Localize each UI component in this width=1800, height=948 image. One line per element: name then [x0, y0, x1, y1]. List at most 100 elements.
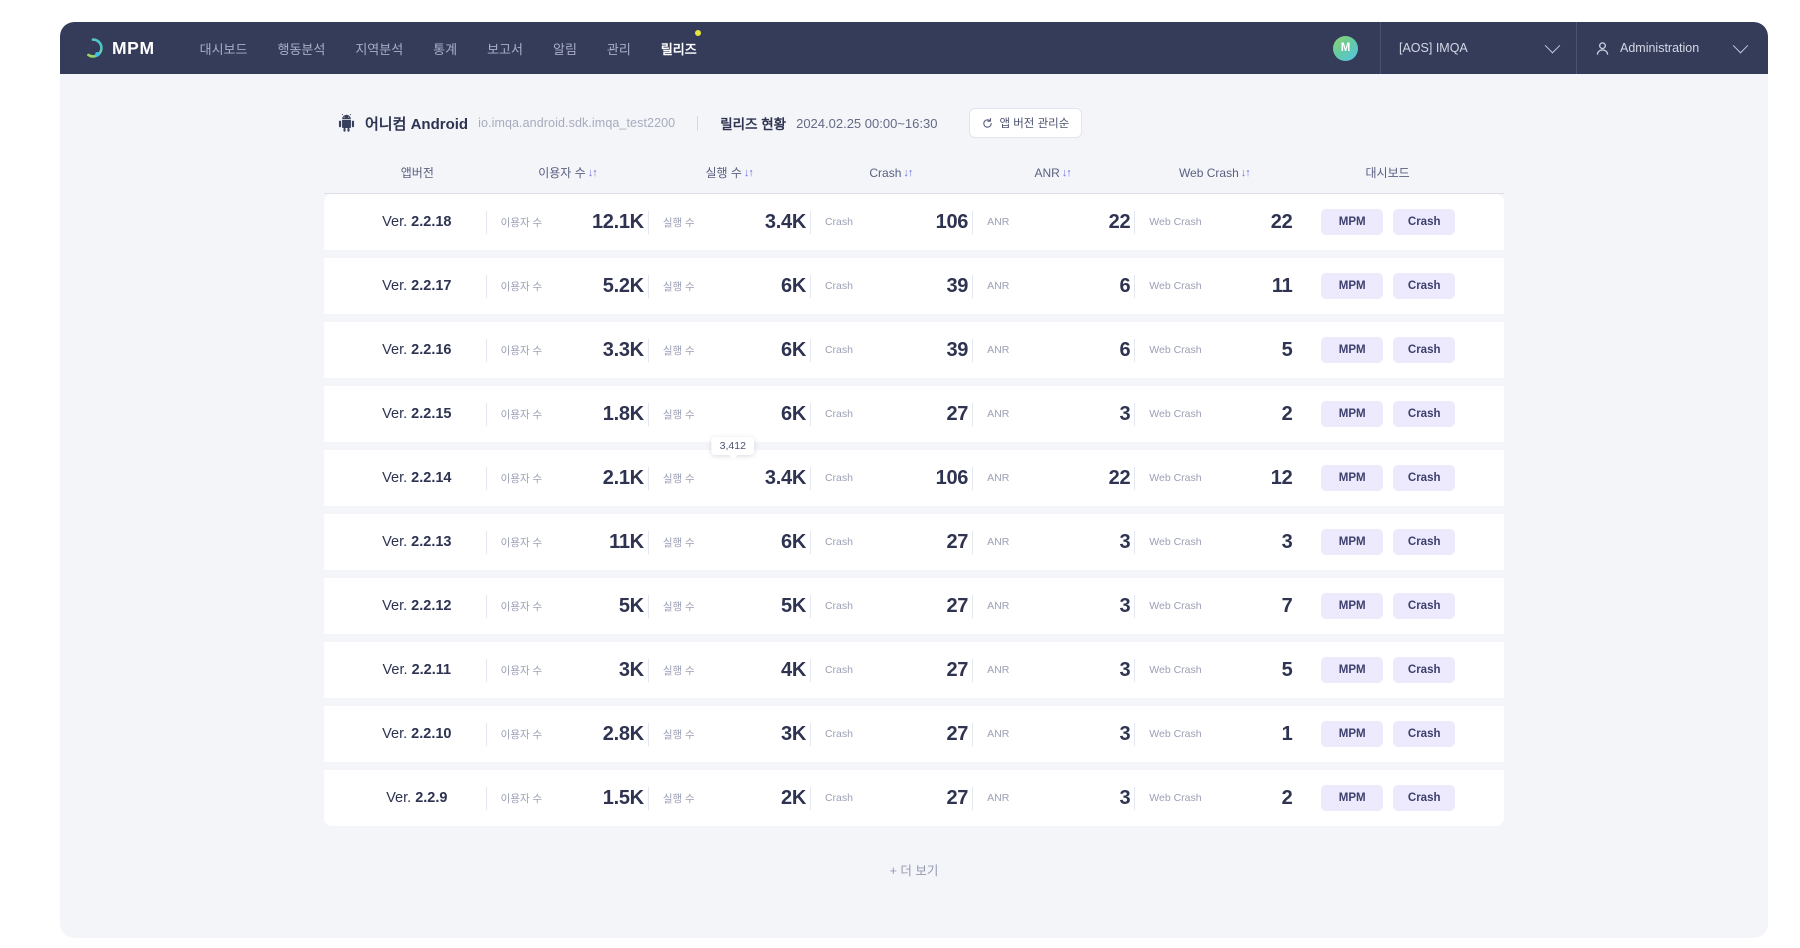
table-row[interactable]: Ver. 2.2.11 이용자 수 3K 실행 수 4K Crash 27 ANR 3 Web C… [324, 642, 1504, 698]
crash-dashboard-button[interactable]: Crash [1393, 465, 1456, 491]
nav-item-management[interactable]: 관리 [592, 33, 646, 64]
nav-item-region-analysis[interactable]: 지역분석 [340, 33, 418, 64]
metric-value: 7 [1281, 594, 1293, 617]
column-label: 대시보드 [1365, 166, 1410, 180]
project-selector[interactable]: [AOS] IMQA [1380, 22, 1576, 74]
cell-crash: Crash 27 [809, 658, 972, 682]
mpm-dashboard-button[interactable]: MPM [1321, 273, 1384, 299]
metric-label: 실행 수 [662, 664, 695, 677]
metric-label: Web Crash [1149, 344, 1202, 356]
load-more-link[interactable]: + 더 보기 [324, 860, 1504, 879]
table-row[interactable]: Ver. 2.2.9 이용자 수 1.5K 실행 수 2K Crash 27 ANR 3 Web … [324, 770, 1504, 826]
metric-label: ANR [987, 792, 1010, 804]
cell-users: 이용자 수 5K [485, 594, 648, 618]
metric-label: Crash [824, 728, 853, 740]
metric-label: 실행 수 [662, 280, 695, 293]
cell-crash: Crash 39 [809, 274, 972, 298]
nav-item-statistics[interactable]: 통계 [418, 33, 472, 64]
nav-item-release[interactable]: 릴리즈 [646, 29, 712, 64]
mpm-dashboard-button[interactable]: MPM [1321, 465, 1384, 491]
metric-label: Crash [824, 792, 853, 804]
metric-value: 2.1K [602, 466, 644, 489]
metric-label: Crash [824, 408, 853, 420]
sort-by-version-button[interactable]: 앱 버전 관리순 [969, 108, 1083, 138]
table-row[interactable]: Ver. 2.2.16 이용자 수 3.3K 실행 수 6K Crash 39 ANR 6 Web… [324, 322, 1504, 378]
crash-dashboard-button[interactable]: Crash [1393, 721, 1456, 747]
nav-item-reports[interactable]: 보고서 [472, 33, 538, 64]
cell-webcrash: Web Crash 7 [1134, 594, 1296, 618]
sort-toggle-icon[interactable]: ↓↑ [1241, 167, 1251, 179]
table-row[interactable]: Ver. 2.2.14 이용자 수 2.1K 3,412 실행 수 3.4K Crash 10… [324, 436, 1504, 506]
column-label: 이용자 수 [538, 166, 586, 180]
mpm-dashboard-button[interactable]: MPM [1321, 209, 1384, 235]
table-row[interactable]: Ver. 2.2.12 이용자 수 5K 실행 수 5K Crash 27 ANR 3 Web C… [324, 578, 1504, 634]
crash-dashboard-button[interactable]: Crash [1393, 593, 1456, 619]
metric-label: 이용자 수 [500, 664, 543, 677]
nav-item-dashboard[interactable]: 대시보드 [185, 33, 263, 64]
metric-value: 39 [946, 338, 969, 361]
column-header-sessions[interactable]: 실행 수 ↓↑ [648, 164, 810, 181]
mpm-dashboard-button[interactable]: MPM [1321, 529, 1384, 555]
metric-value: 3 [1119, 530, 1131, 553]
crash-dashboard-button[interactable]: Crash [1393, 529, 1456, 555]
column-header-crash[interactable]: Crash ↓↑ [810, 166, 972, 180]
crash-dashboard-button[interactable]: Crash [1393, 273, 1456, 299]
table-row[interactable]: Ver. 2.2.10 이용자 수 2.8K 실행 수 3K Crash 27 ANR 3 Web… [324, 706, 1504, 762]
mpm-dashboard-button[interactable]: MPM [1321, 593, 1384, 619]
cell-webcrash: Web Crash 22 [1134, 210, 1296, 234]
account-selector[interactable]: Administration [1576, 22, 1768, 74]
version-number: 2.2.10 [411, 726, 452, 742]
sort-toggle-icon[interactable]: ↓↑ [588, 167, 598, 179]
avatar[interactable]: M [1333, 35, 1358, 61]
metric-value: 2 [1281, 786, 1293, 809]
column-header-users[interactable]: 이용자 수 ↓↑ [487, 164, 649, 181]
cell-anr: ANR 22 [972, 210, 1134, 234]
cell-dashboard-actions: MPM Crash [1296, 593, 1480, 619]
table-row[interactable]: Ver. 2.2.17 이용자 수 5.2K 실행 수 6K Crash 39 ANR 6 Web… [324, 258, 1504, 314]
table-row[interactable]: Ver. 2.2.18 이용자 수 12.1K 실행 수 3.4K Crash 106 ANR… [324, 194, 1504, 250]
metric-label: Crash [824, 216, 853, 228]
cell-dashboard-actions: MPM Crash [1296, 209, 1480, 235]
metric-value: 3.4K [764, 466, 806, 489]
crash-dashboard-button[interactable]: Crash [1393, 209, 1456, 235]
content-sheet: 어니컴 Android io.imqa.android.sdk.imqa_tes… [324, 108, 1504, 879]
main-nav: 대시보드 행동분석 지역분석 통계 보고서 알림 관리 릴리즈 [185, 29, 712, 64]
mpm-dashboard-button[interactable]: MPM [1321, 401, 1384, 427]
mpm-dashboard-button[interactable]: MPM [1321, 337, 1384, 363]
mpm-dashboard-button[interactable]: MPM [1321, 785, 1384, 811]
table-row[interactable]: Ver. 2.2.13 이용자 수 11K 실행 수 6K Crash 27 ANR 3 Web … [324, 514, 1504, 570]
cell-app-version: Ver. 2.2.13 [382, 534, 452, 550]
sort-toggle-icon[interactable]: ↓↑ [744, 167, 754, 179]
metric-label: 실행 수 [662, 344, 695, 357]
app-name: 어니컴 Android [365, 115, 469, 133]
metric-label: 이용자 수 [500, 728, 543, 741]
metric-value: 2K [781, 786, 806, 809]
cell-anr: ANR 3 [972, 722, 1134, 746]
crash-dashboard-button[interactable]: Crash [1393, 657, 1456, 683]
crash-dashboard-button[interactable]: Crash [1393, 337, 1456, 363]
sort-toggle-icon[interactable]: ↓↑ [903, 167, 913, 179]
chevron-down-icon [1732, 37, 1749, 53]
brand-logo-group[interactable]: MPM [60, 37, 185, 59]
metric-value: 1 [1281, 722, 1293, 745]
column-header-anr[interactable]: ANR ↓↑ [972, 166, 1134, 180]
table-row[interactable]: Ver. 2.2.15 이용자 수 1.8K 실행 수 6K Crash 27 ANR 3 Web… [324, 386, 1504, 442]
crash-dashboard-button[interactable]: Crash [1393, 785, 1456, 811]
metric-value: 6K [781, 402, 806, 425]
mpm-dashboard-button[interactable]: MPM [1321, 657, 1384, 683]
column-header-webcrash[interactable]: Web Crash ↓↑ [1133, 166, 1295, 180]
metric-value: 1.8K [602, 402, 644, 425]
crash-dashboard-button[interactable]: Crash [1393, 401, 1456, 427]
cell-crash: Crash 106 [809, 466, 972, 490]
version-number: 2.2.14 [411, 470, 452, 486]
nav-item-alerts[interactable]: 알림 [538, 33, 592, 64]
mpm-dashboard-button[interactable]: MPM [1321, 721, 1384, 747]
cell-dashboard-actions: MPM Crash [1296, 721, 1480, 747]
cell-crash: Crash 27 [809, 722, 972, 746]
metric-label: Web Crash [1149, 472, 1202, 484]
sort-toggle-icon[interactable]: ↓↑ [1062, 167, 1072, 179]
nav-item-behavior-analysis[interactable]: 행동분석 [262, 33, 340, 64]
cell-users: 이용자 수 1.5K [485, 786, 648, 810]
app-package-name: io.imqa.android.sdk.imqa_test2200 [478, 116, 676, 130]
metric-label: Web Crash [1149, 728, 1202, 740]
